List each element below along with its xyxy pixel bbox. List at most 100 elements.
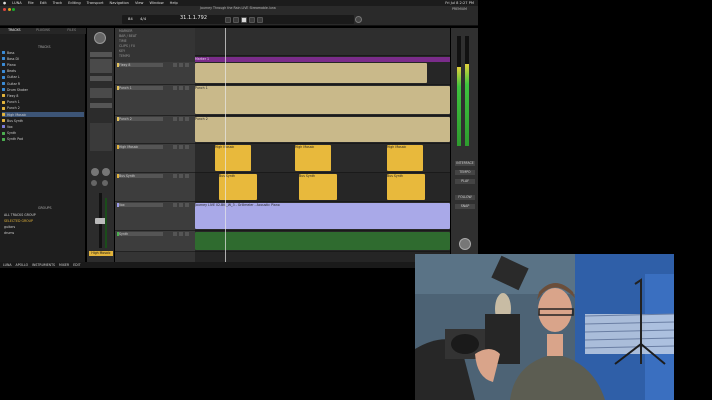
mute-icon[interactable] <box>102 180 108 186</box>
audio-clip[interactable]: Journey LIVE 02-BKJ_W_3 - Grillmeier - A… <box>195 203 450 229</box>
play-mode-button[interactable]: PLAY <box>455 179 475 184</box>
browser-track-item[interactable]: Punch 1 <box>2 100 20 105</box>
audio-clip[interactable]: Punch 2 <box>195 117 450 142</box>
track-header[interactable]: Flexy 8 <box>115 62 195 85</box>
menu-item-navigation[interactable]: Navigation <box>110 1 129 5</box>
width-knob[interactable] <box>102 168 110 176</box>
record-arm-button[interactable] <box>185 232 189 236</box>
insert-slot[interactable] <box>90 76 112 81</box>
tab-files[interactable]: FILES <box>57 28 86 34</box>
menu-item-transport[interactable]: Transport <box>87 1 104 5</box>
strip-name[interactable]: High Mosaic <box>89 251 113 256</box>
apple-icon[interactable]: ● <box>3 1 6 5</box>
zoom-icon[interactable] <box>12 8 15 11</box>
track-header[interactable]: Punch 1 <box>115 85 195 116</box>
track-header-name[interactable]: High Mosaic <box>117 145 163 149</box>
timesig-display[interactable]: 4/4 <box>140 17 146 21</box>
mute-button[interactable] <box>173 203 177 207</box>
browser-track-item[interactable]: Bass DI <box>2 56 19 61</box>
audio-clip[interactable] <box>195 63 427 83</box>
group-item[interactable]: guitars <box>4 225 15 229</box>
solo-button[interactable] <box>179 232 183 236</box>
track-header[interactable]: Synth <box>115 231 195 252</box>
close-icon[interactable] <box>3 8 6 11</box>
menu-item-track[interactable]: Track <box>53 1 62 5</box>
audio-clip[interactable]: Bus Synth <box>387 174 425 200</box>
record-arm-button[interactable] <box>185 63 189 67</box>
track-header-name[interactable]: Punch 1 <box>117 86 163 90</box>
audio-clip[interactable]: Bus Synth <box>299 174 337 200</box>
browser-track-item[interactable]: Flexy 8 <box>2 93 18 98</box>
mute-button[interactable] <box>173 63 177 67</box>
snap-button[interactable]: SNAP <box>455 204 475 209</box>
mute-button[interactable] <box>173 86 177 90</box>
plugin-slot[interactable] <box>90 59 112 73</box>
insert-slot[interactable] <box>90 52 112 57</box>
tempo-button[interactable]: TEMPO <box>455 170 475 175</box>
browser-track-item[interactable]: Piano <box>2 62 16 67</box>
interface-button[interactable]: INTERFACE <box>455 161 475 166</box>
browser-track-item[interactable]: Synth Pad <box>2 137 23 142</box>
track-header-name[interactable]: Punch 2 <box>117 117 163 121</box>
track-header[interactable]: Punch 2 <box>115 116 195 144</box>
browser-track-item[interactable]: High Mosaic <box>2 112 84 117</box>
track-header[interactable]: High Mosaic <box>115 144 195 173</box>
track-header-name[interactable]: Bus Synth <box>117 174 163 178</box>
mute-button[interactable] <box>173 232 177 236</box>
bpm-display[interactable]: 84 <box>128 17 133 21</box>
mute-button[interactable] <box>173 174 177 178</box>
stop-button[interactable] <box>233 17 239 23</box>
record-arm-button[interactable] <box>185 174 189 178</box>
record-arm-button[interactable] <box>185 145 189 149</box>
menu-item-window[interactable]: Window <box>149 1 163 5</box>
send-slot[interactable] <box>90 103 112 108</box>
bottom-item[interactable]: MIXER <box>59 263 69 267</box>
audio-clip[interactable]: High Mosaic <box>295 145 331 171</box>
browser-track-item[interactable]: Drum Shaker <box>2 87 28 92</box>
browser-track-item[interactable]: Bass <box>2 50 14 55</box>
solo-button[interactable] <box>179 174 183 178</box>
group-item[interactable]: drums <box>4 231 14 235</box>
timeline-ruler[interactable] <box>195 28 450 56</box>
menu-item-file[interactable]: File <box>28 1 34 5</box>
solo-button[interactable] <box>179 86 183 90</box>
track-header-name[interactable]: Flexy 8 <box>117 63 163 67</box>
plugin-slot[interactable] <box>90 88 112 98</box>
play-button[interactable] <box>241 17 247 23</box>
menu-item-view[interactable]: View <box>135 1 144 5</box>
browser-track-item[interactable]: Synth <box>2 131 16 136</box>
record-arm-button[interactable] <box>185 203 189 207</box>
group-item[interactable]: ALL TRACKS GROUP <box>4 213 36 217</box>
solo-button[interactable] <box>179 117 183 121</box>
pan-knob[interactable] <box>91 168 99 176</box>
menu-item-help[interactable]: Help <box>170 1 178 5</box>
bottom-item[interactable]: EDIT <box>73 263 80 267</box>
audio-clip[interactable]: Punch 1 <box>195 86 450 114</box>
mute-button[interactable] <box>173 145 177 149</box>
solo-button[interactable] <box>179 203 183 207</box>
metronome-icon[interactable] <box>355 16 362 23</box>
bottom-item[interactable]: INSTRUMENTS <box>32 263 55 267</box>
track-header[interactable]: Vox <box>115 202 195 231</box>
track-header-name[interactable]: Vox <box>117 203 163 207</box>
record-button[interactable] <box>257 17 263 23</box>
group-item[interactable]: SELECTED GROUP <box>4 219 33 223</box>
browser-track-item[interactable]: Bus Synth <box>2 118 23 123</box>
browser-track-item[interactable]: Vox <box>2 124 13 129</box>
browser-track-item[interactable]: Guitar R <box>2 81 20 86</box>
browser-track-item[interactable]: Beats <box>2 69 16 74</box>
bottom-item[interactable]: APOLLO <box>16 263 29 267</box>
bottom-item[interactable]: LUNA <box>3 263 12 267</box>
record-arm-button[interactable] <box>185 86 189 90</box>
solo-icon[interactable] <box>91 180 97 186</box>
time-counter[interactable]: 31.1.1.792 <box>180 16 207 21</box>
playhead[interactable] <box>225 28 226 262</box>
mute-button[interactable] <box>173 117 177 121</box>
tab-plugins[interactable]: PLUGINS <box>29 28 58 34</box>
audio-clip[interactable] <box>195 232 450 250</box>
monitor-knob[interactable] <box>459 238 471 250</box>
follow-button[interactable]: FOLLOW <box>455 195 475 200</box>
solo-button[interactable] <box>179 145 183 149</box>
menu-item-editing[interactable]: Editing <box>68 1 81 5</box>
input-gain-knob[interactable] <box>94 32 106 44</box>
